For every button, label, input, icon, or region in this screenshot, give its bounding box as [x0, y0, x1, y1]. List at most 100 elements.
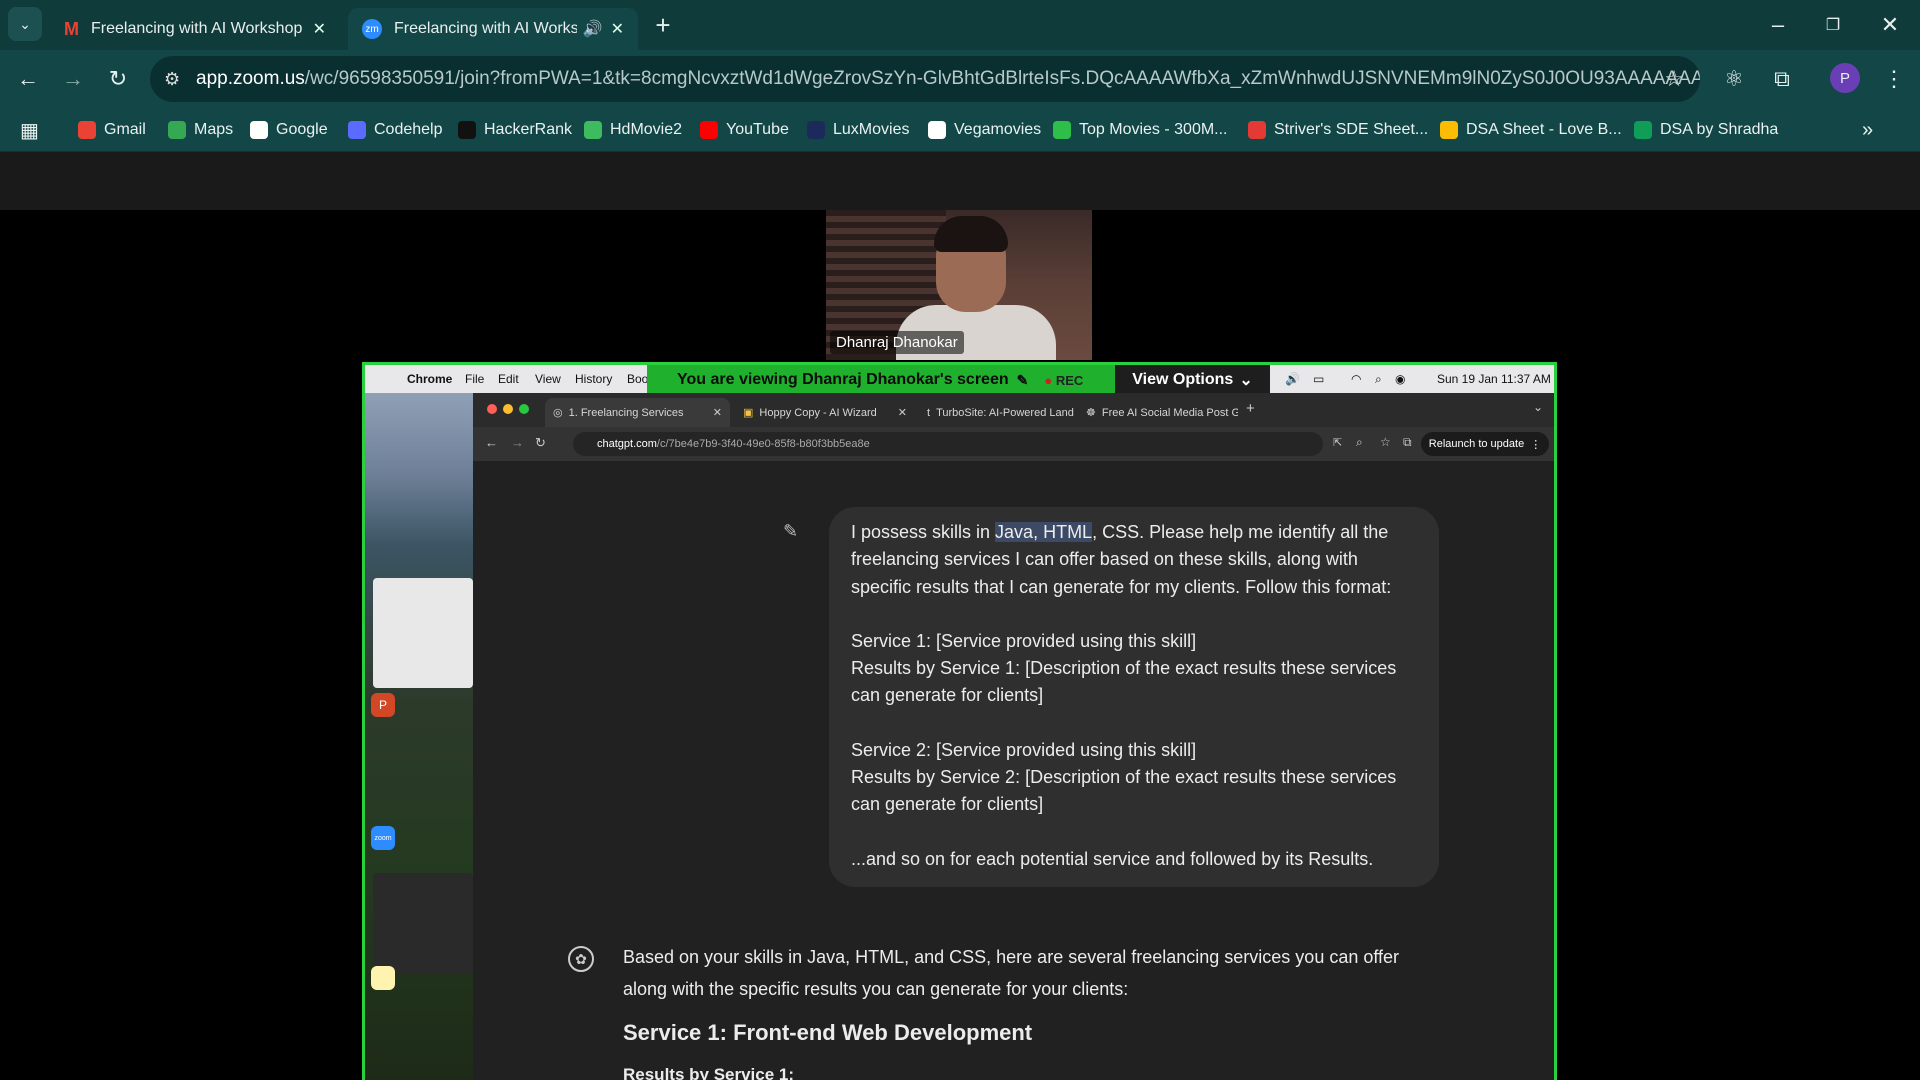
tab-gmail[interactable]: M Freelancing with AI Workshop ( ✕ — [50, 8, 340, 50]
bookmark-favicon-icon — [928, 121, 946, 139]
bookmark-label: YouTube — [726, 121, 789, 138]
bookmark-favicon-icon — [1053, 121, 1071, 139]
bookmark-item[interactable]: Top Movies - 300M... — [1053, 108, 1228, 152]
site-info-icon[interactable]: ⚙ — [164, 69, 180, 90]
menu-icon[interactable]: ⋮ — [1876, 61, 1912, 97]
more-bookmarks-icon[interactable]: » — [1862, 108, 1873, 152]
window-thumbnail — [373, 873, 473, 973]
open-in-icon[interactable]: ⇱ — [1333, 436, 1342, 449]
bookmark-label: Vegamovies — [954, 121, 1042, 138]
inner-tab-3[interactable]: tTurboSite: AI-Powered Landi✕ — [919, 398, 1074, 427]
participant-hair — [934, 216, 1008, 252]
apps-icon[interactable]: ▦ — [20, 108, 39, 152]
close-icon[interactable]: ✕ — [611, 19, 624, 39]
url-path: /c/7be4e7b9-3f40-49e0-85f8-b80f3bb5ea8e — [656, 438, 870, 450]
bookmark-favicon-icon — [348, 121, 366, 139]
relaunch-button[interactable]: Relaunch to update ⋮ — [1421, 432, 1549, 456]
mac-menu-file: File — [465, 372, 485, 386]
view-options-label: View Options — [1132, 371, 1234, 388]
bookmark-item[interactable]: HackerRank — [458, 108, 572, 152]
tab-title: Freelancing with AI Workshop ( — [91, 20, 305, 37]
reload-icon[interactable]: ↻ — [100, 61, 136, 97]
zoom-lens-icon[interactable]: ⌕ — [1356, 435, 1363, 450]
minimize-icon[interactable]: – — [1760, 7, 1796, 43]
edit-pencil-icon[interactable]: ✎ — [783, 521, 798, 542]
hoppy-icon: ▣ — [743, 407, 754, 419]
bookmark-star-icon[interactable]: ☆ — [1664, 66, 1684, 92]
relaunch-label: Relaunch to update — [1428, 438, 1525, 450]
bookmark-item[interactable]: Maps — [168, 108, 233, 152]
participant-name: Dhanraj Dhanokar — [830, 331, 964, 354]
inner-toolbar: ← → ↻ chatgpt.com/c/7be4e7b9-3f40-49e0-8… — [473, 427, 1554, 461]
address-bar[interactable]: ⚙ app.zoom.us/wc/96598350591/join?fromPW… — [150, 56, 1700, 102]
bookmark-item[interactable]: DSA by Shradha — [1634, 108, 1778, 152]
selected-text: Java, HTML — [995, 522, 1093, 542]
bookmark-item[interactable]: DSA Sheet - Love B... — [1440, 108, 1622, 152]
speaker-icon[interactable]: 🔊 — [583, 19, 603, 39]
new-tab-icon[interactable]: + — [1246, 400, 1255, 417]
reply-subheading: Results by Service 1: — [623, 1065, 795, 1080]
reload-icon[interactable]: ↻ — [535, 435, 546, 451]
bookmark-favicon-icon — [168, 121, 186, 139]
inner-chrome-window: ◎ 1. Freelancing Services ✕ ▣ Hoppy Copy - … — [473, 393, 1554, 1080]
inner-tab-title: Hoppy Copy - AI Wizard — [759, 406, 877, 419]
mac-menu-edit: Edit — [498, 372, 519, 386]
inner-tab-title: TurboSite: AI-Powered Landi — [936, 406, 1074, 419]
bookmarks-bar: ▦ » Gmail Maps Google Codehelp HackerRank HdM… — [0, 108, 1920, 152]
remote-control-icon: ✎ — [1016, 371, 1029, 388]
reply-intro: Based on your skills in Java, HTML, and … — [623, 947, 1400, 999]
bookmark-item[interactable]: LuxMovies — [807, 108, 909, 152]
traffic-light-close[interactable] — [487, 404, 497, 414]
bookmark-item[interactable]: HdMovie2 — [584, 108, 682, 152]
bookmark-item[interactable]: YouTube — [700, 108, 789, 152]
format-line: Results by Service 1: [Description of th… — [851, 658, 1397, 706]
forward-icon[interactable]: → — [511, 435, 524, 450]
forward-icon[interactable]: → — [55, 61, 91, 97]
bookmark-label: HdMovie2 — [610, 121, 683, 138]
inner-tab-strip: ◎ 1. Freelancing Services ✕ ▣ Hoppy Copy - … — [473, 393, 1554, 427]
new-tab-icon[interactable]: + — [645, 7, 681, 43]
restore-icon[interactable]: ❐ — [1815, 7, 1851, 43]
bookmark-label: HackerRank — [484, 121, 573, 138]
bookmark-star-icon[interactable]: ☆ — [1380, 435, 1391, 449]
inner-tab-1[interactable]: ◎ 1. Freelancing Services ✕ — [545, 398, 730, 427]
mac-menu-history: History — [575, 372, 613, 386]
bookmark-item[interactable]: Codehelp — [348, 108, 443, 152]
close-icon[interactable]: ✕ — [313, 19, 326, 39]
bookmark-item[interactable]: Gmail — [78, 108, 146, 152]
notes-icon — [371, 966, 395, 990]
react-extension-icon[interactable]: ⚛ — [1716, 61, 1752, 97]
wifi-icon: ◠ — [1351, 372, 1362, 386]
user-message: I possess skills in Java, HTML, CSS. Ple… — [829, 507, 1439, 887]
back-icon[interactable]: ← — [10, 61, 46, 97]
traffic-light-minimize[interactable] — [503, 404, 513, 414]
extensions-icon[interactable]: ⧉ — [1403, 435, 1412, 450]
format-line: ...and so on for each potential service … — [851, 848, 1374, 869]
zoom-icon: zm — [362, 19, 382, 39]
window-close-icon[interactable]: ✕ — [1872, 7, 1908, 43]
tab-zoom[interactable]: zm Freelancing with AI Worksh 🔊 ✕ — [348, 8, 638, 50]
traffic-light-zoom[interactable] — [519, 404, 529, 414]
close-icon[interactable]: ✕ — [713, 406, 722, 419]
bookmark-item[interactable]: Striver's SDE Sheet... — [1248, 108, 1428, 152]
browser-tab-strip: ⌄ M Freelancing with AI Workshop ( ✕ zm … — [0, 0, 1920, 50]
bookmark-label: Top Movies - 300M... — [1079, 121, 1228, 138]
bookmark-item[interactable]: Vegamovies — [928, 108, 1041, 152]
tab-list-icon[interactable]: ⌄ — [1533, 400, 1543, 414]
inner-address-bar[interactable]: chatgpt.com/c/7be4e7b9-3f40-49e0-85f8-b8… — [573, 432, 1323, 456]
extensions-icon[interactable]: ⧉ — [1764, 61, 1800, 97]
inner-tab-4[interactable]: ☸Free AI Social Media Post Ge✕ — [1078, 398, 1238, 427]
view-options-button[interactable]: View Options ⌄ — [1115, 365, 1270, 395]
kebab-icon: ⋮ — [1530, 438, 1542, 451]
participant-video[interactable]: Dhanraj Dhanokar — [826, 210, 1092, 360]
format-line: Service 2: [Service provided using this … — [851, 739, 1197, 760]
profile-avatar[interactable]: P — [1830, 63, 1860, 93]
tab-search-icon[interactable]: ⌄ — [8, 7, 42, 41]
assistant-message: Based on your skills in Java, HTML, and … — [623, 941, 1423, 1080]
battery-icon: ▭ — [1313, 372, 1325, 386]
bookmark-favicon-icon — [1634, 121, 1652, 139]
inner-tab-2[interactable]: ▣ Hoppy Copy - AI Wizard ✕ — [735, 398, 915, 427]
close-icon[interactable]: ✕ — [898, 406, 907, 419]
back-icon[interactable]: ← — [485, 435, 498, 450]
bookmark-item[interactable]: Google — [250, 108, 328, 152]
